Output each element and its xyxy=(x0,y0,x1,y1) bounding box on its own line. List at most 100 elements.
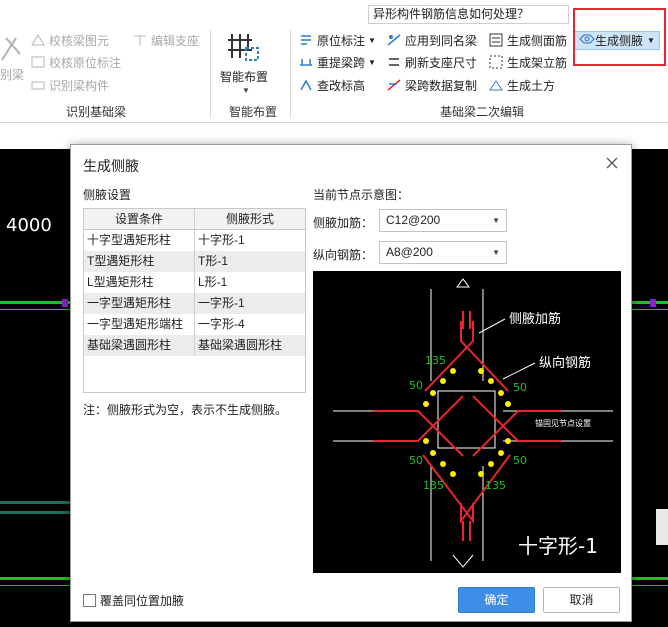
gen-stirrup-icon xyxy=(488,54,504,70)
check-element-label: 校核梁图元 xyxy=(49,33,110,48)
header-haunch-form: 侧腋形式 xyxy=(225,212,274,226)
close-icon[interactable] xyxy=(603,154,621,172)
check-origin-icon xyxy=(30,54,46,70)
gen-stirrup-button[interactable]: 生成架立筋 xyxy=(488,52,567,72)
beam-marker xyxy=(62,299,68,307)
table-row[interactable]: T型遇矩形柱 T形-1 xyxy=(84,251,305,272)
table-row[interactable]: L型遇矩形柱 L形-1 xyxy=(84,272,305,293)
edit-support-icon xyxy=(132,32,148,48)
table-row[interactable]: 十字型遇矩形柱 十字形-1 xyxy=(84,230,305,251)
gen-earthwork-button[interactable]: 生成土方 xyxy=(488,75,555,95)
table-row[interactable]: 基础梁遇圆形柱 基础梁遇圆形柱 xyxy=(84,335,305,356)
condition-cell: 基础梁遇圆形柱 xyxy=(84,335,195,356)
copy-span-data-button[interactable]: 梁跨数据复制 xyxy=(386,75,477,95)
group-separator xyxy=(210,30,211,118)
re-extract-dropdown-icon: ▼ xyxy=(368,57,376,67)
chevron-down-icon: ▼ xyxy=(492,216,500,225)
beam-marker xyxy=(650,299,656,307)
origin-label-button[interactable]: 原位标注 ▼ xyxy=(298,30,376,50)
note-text: 注：侧腋形式为空，表示不生成侧腋。 xyxy=(83,403,288,417)
check-element-icon xyxy=(30,32,46,48)
ok-button[interactable]: 确定 xyxy=(458,587,535,613)
form-cell[interactable]: L形-1 xyxy=(195,272,305,293)
check-origin-label-button[interactable]: 校核原位标注 xyxy=(30,52,121,72)
form-cell[interactable]: 十字形-1 xyxy=(195,230,305,251)
form-cell[interactable]: 一字形-1 xyxy=(195,293,305,314)
dimension-50-left-bottom: 50 xyxy=(409,454,423,467)
node-diagram-title: 当前节点示意图： xyxy=(313,188,410,202)
origin-label-text: 原位标注 xyxy=(317,33,366,48)
gen-side-rebar-icon xyxy=(488,32,504,48)
beam-outline xyxy=(0,501,70,504)
form-cell[interactable]: T形-1 xyxy=(195,251,305,272)
re-extract-span-button[interactable]: 重提梁跨 ▼ xyxy=(298,52,376,72)
haunch-settings-table: 设置条件 侧腋形式 十字型遇矩形柱 十字形-1 T型遇矩形柱 T形-1 L型遇矩… xyxy=(83,208,306,393)
condition-cell: 一字型遇矩形端柱 xyxy=(84,314,195,335)
help-search-box[interactable]: 异形构件钢筋信息如何处理？ xyxy=(368,5,569,24)
dialog-title: 生成侧腋 xyxy=(83,158,139,174)
dimension-50-right-top: 50 xyxy=(513,381,527,394)
origin-label-dropdown-icon: ▼ xyxy=(368,35,376,45)
overwrite-checkbox[interactable] xyxy=(83,594,96,607)
header-condition: 设置条件 xyxy=(84,209,195,229)
long-rebar-select[interactable]: A8@200 ▼ xyxy=(379,241,507,264)
gen-earthwork-label: 生成土方 xyxy=(507,78,556,93)
dimension-135-bottom-right: 135 xyxy=(485,479,506,492)
dimension-135-top: 135 xyxy=(425,354,446,367)
table-row[interactable]: 一字型遇矩形柱 一字形-1 xyxy=(84,293,305,314)
condition-cell: T型遇矩形柱 xyxy=(84,251,195,272)
haunch-rebar-label: 侧腋加筋： xyxy=(313,216,374,230)
identify-beam-partial-label[interactable]: 别梁 xyxy=(0,64,24,84)
smart-layout-dropdown-icon[interactable]: ▼ xyxy=(242,86,250,95)
identify-member-button[interactable]: 识别梁构件 xyxy=(30,75,109,95)
copy-span-data-label: 梁跨数据复制 xyxy=(405,78,478,93)
form-cell[interactable]: 一字形-4 xyxy=(195,314,305,335)
diagram-caption: 十字形-1 xyxy=(518,534,598,558)
overwrite-checkbox-row[interactable]: 覆盖同位置加腋 xyxy=(83,592,184,609)
condition-cell: L型遇矩形柱 xyxy=(84,272,195,293)
smart-layout-button[interactable]: 智能布置 xyxy=(220,66,268,86)
check-origin-label: 校核原位标注 xyxy=(49,55,122,70)
identify-member-label: 识别梁构件 xyxy=(49,78,110,93)
chevron-down-icon: ▼ xyxy=(492,248,500,257)
smart-layout-icon[interactable] xyxy=(228,30,260,64)
check-element-button[interactable]: 校核梁图元 xyxy=(30,30,109,50)
edit-support-label: 编辑支座 xyxy=(151,33,200,48)
table-row[interactable]: 一字型遇矩形端柱 一字形-4 xyxy=(84,314,305,335)
edit-group-label: 基础梁二次编辑 xyxy=(440,105,525,119)
origin-label-icon xyxy=(298,32,314,48)
refresh-support-size-label: 刷新支座尺寸 xyxy=(405,55,478,70)
node-diagram: 侧腋加筋 纵向钢筋 135 50 50 50 50 135 135 锚固见节点设… xyxy=(313,271,621,573)
condition-cell: 一字型遇矩形柱 xyxy=(84,293,195,314)
gen-stirrup-label: 生成架立筋 xyxy=(507,55,568,70)
gen-haunch-dialog: 生成侧腋 侧腋设置 设置条件 侧腋形式 十字型遇矩形柱 十字形-1 T型遇矩形柱… xyxy=(70,144,632,622)
re-extract-span-label: 重提梁跨 xyxy=(317,55,366,70)
dimension-50-left-top: 50 xyxy=(409,379,423,392)
check-elevation-button[interactable]: 查改标高 xyxy=(298,75,365,95)
overwrite-checkbox-label: 覆盖同位置加腋 xyxy=(100,594,185,608)
identify-beam-icon[interactable] xyxy=(0,32,22,66)
gen-haunch-icon xyxy=(579,32,595,49)
dimension-50-right-bottom: 50 xyxy=(513,454,527,467)
dimension-135-bottom: 135 xyxy=(423,479,444,492)
re-extract-span-icon xyxy=(298,54,314,70)
gen-side-rebar-label: 生成侧面筋 xyxy=(507,33,568,48)
beam-outline xyxy=(0,511,70,514)
smart-layout-group-label: 智能布置 xyxy=(229,105,278,119)
long-rebar-annotation: 纵向钢筋 xyxy=(539,355,591,371)
haunch-rebar-annotation: 侧腋加筋 xyxy=(509,311,561,327)
node-ref-annotation: 锚固见节点设置 xyxy=(535,418,591,428)
gen-earthwork-icon xyxy=(488,77,504,93)
edit-support-button[interactable]: 编辑支座 xyxy=(132,30,199,50)
gen-haunch-label: 生成侧腋 xyxy=(595,34,644,48)
cancel-button[interactable]: 取消 xyxy=(543,587,620,613)
apply-same-name-label: 应用到同名梁 xyxy=(405,33,478,48)
apply-same-name-button[interactable]: 应用到同名梁 xyxy=(386,30,477,50)
node-diagram-svg: 侧腋加筋 纵向钢筋 135 50 50 50 50 135 135 锚固见节点设… xyxy=(333,278,613,568)
form-cell[interactable]: 基础梁遇圆形柱 xyxy=(195,335,305,356)
condition-cell: 十字型遇矩形柱 xyxy=(84,230,195,251)
refresh-support-size-button[interactable]: 刷新支座尺寸 xyxy=(386,52,477,72)
haunch-rebar-select[interactable]: C12@200 ▼ xyxy=(379,209,507,232)
gen-haunch-button[interactable]: 生成侧腋 ▼ xyxy=(574,31,660,50)
gen-side-rebar-button[interactable]: 生成侧面筋 xyxy=(488,30,567,50)
